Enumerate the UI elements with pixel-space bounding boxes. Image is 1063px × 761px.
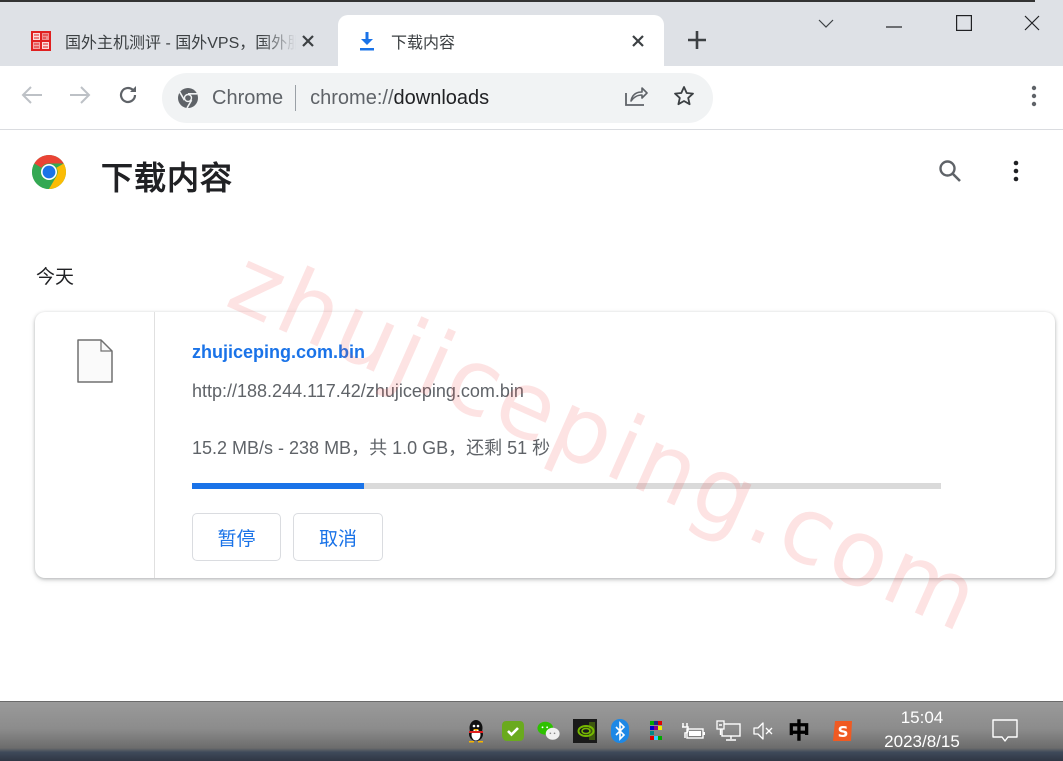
address-bar[interactable]: Chrome chrome://downloads (162, 73, 713, 123)
search-downloads-button[interactable] (932, 155, 968, 191)
clock-time: 15:04 (900, 708, 944, 727)
bookmark-button[interactable] (667, 81, 701, 115)
forward-button[interactable] (63, 80, 97, 114)
wechat-icon[interactable] (537, 719, 561, 743)
ime-zhong-icon[interactable]: 中 (787, 719, 811, 743)
window-top-border (0, 0, 1035, 2)
chevron-down-icon (818, 16, 834, 34)
tab-strip: 国外主机测评 - 国外VPS，国外服务器 下载内容 (0, 0, 1063, 66)
tab-title: 下载内容 (391, 34, 456, 52)
share-button[interactable] (619, 81, 653, 115)
source-url-link[interactable]: http://188.244.117.42/zhujiceping.com.bi… (192, 381, 524, 402)
tab-downloads[interactable]: 下载内容 (338, 15, 664, 66)
minimize-button[interactable] (874, 10, 914, 40)
url-scheme: chrome:// (310, 86, 394, 109)
clock-date: 2023/8/15 (884, 732, 960, 751)
notification-button[interactable] (990, 716, 1020, 746)
browser-menu-button[interactable] (1018, 81, 1050, 115)
browser-toolbar: Chrome chrome://downloads (0, 66, 1063, 130)
search-icon (938, 159, 962, 188)
maximize-button[interactable] (944, 10, 984, 40)
downloads-more-button[interactable] (998, 155, 1034, 191)
arrow-right-icon (69, 85, 91, 110)
sogou-input-icon[interactable]: S (831, 719, 855, 743)
close-tab-icon[interactable] (296, 29, 320, 53)
maximize-icon (956, 14, 973, 36)
star-icon (673, 85, 695, 112)
more-vert-icon (1013, 160, 1019, 187)
close-icon (1024, 15, 1040, 36)
file-icon (77, 339, 113, 383)
zhujiceping-seal-icon (29, 29, 53, 53)
share-icon (624, 85, 648, 112)
svg-text:S: S (838, 723, 849, 741)
downloads-page: 下载内容 今天 zhujiceping.com.bin http://188.2… (0, 131, 1063, 701)
download-item: zhujiceping.com.bin http://188.244.117.4… (35, 312, 1055, 578)
taskbar: 中 S 15:04 2023/8/15 (0, 701, 1063, 761)
progress-fill (192, 483, 365, 489)
url-host: downloads (393, 86, 490, 109)
system-clock[interactable]: 15:04 2023/8/15 (872, 706, 972, 754)
tab-title: 国外主机测评 - 国外VPS，国外服务器 (65, 34, 296, 52)
power-battery-icon[interactable] (680, 719, 706, 743)
date-group-label: 今天 (36, 267, 75, 288)
omnibox-chip: Chrome (212, 86, 284, 109)
security-check-icon[interactable] (501, 719, 525, 743)
tab-search-button[interactable] (806, 10, 846, 40)
omnibox-separator (295, 85, 297, 111)
more-vert-icon (1031, 85, 1037, 112)
cancel-button[interactable]: 取消 (293, 513, 383, 561)
arrow-left-icon (21, 85, 43, 110)
plus-icon (687, 30, 707, 55)
qq-icon[interactable] (464, 719, 488, 743)
pause-button[interactable]: 暂停 (192, 513, 281, 561)
back-button[interactable] (15, 80, 49, 114)
nvidia-icon[interactable] (573, 719, 597, 743)
file-name-link[interactable]: zhujiceping.com.bin (192, 342, 365, 363)
color-grid-app-icon[interactable] (644, 719, 668, 743)
download-status: 15.2 MB/s - 238 MB，共 1.0 GB，还剩 51 秒 (192, 438, 551, 458)
volume-muted-icon[interactable] (752, 719, 776, 743)
notification-icon (990, 719, 1020, 750)
chrome-site-icon (177, 87, 199, 109)
page-header: 下载内容 (0, 131, 1063, 217)
bluetooth-icon[interactable] (608, 719, 632, 743)
minimize-icon (886, 16, 902, 34)
chrome-logo-icon (31, 154, 67, 190)
tab-zhujiceping[interactable]: 国外主机测评 - 国外VPS，国外服务器 (12, 15, 334, 66)
ime-label: 中 (789, 719, 810, 743)
reload-icon (117, 84, 139, 111)
progress-bar (192, 483, 941, 489)
close-tab-icon[interactable] (626, 29, 650, 53)
url-text[interactable]: chrome://downloads (310, 87, 619, 110)
download-icon (355, 29, 379, 53)
download-icon-column (35, 312, 155, 578)
new-tab-button[interactable] (682, 27, 712, 57)
network-icon[interactable] (716, 719, 742, 743)
close-window-button[interactable] (1012, 10, 1052, 40)
reload-button[interactable] (111, 80, 145, 114)
page-title: 下载内容 (101, 160, 234, 196)
